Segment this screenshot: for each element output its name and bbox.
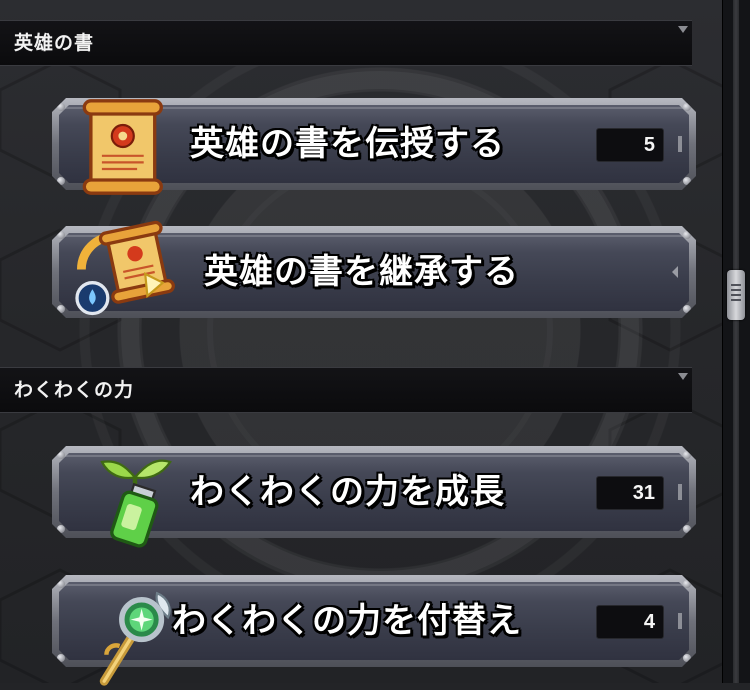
collapse-triangle-icon <box>678 26 688 33</box>
tab-notch <box>678 136 682 152</box>
chevron-left-icon <box>672 266 678 278</box>
button-label: 英雄の書を継承する <box>204 252 519 292</box>
scroll-transfer-icon <box>75 220 175 316</box>
wand-orb-icon <box>99 591 171 686</box>
potion-sprout-icon <box>100 459 172 548</box>
count-value: 31 <box>632 482 655 504</box>
count-badge: 4 <box>596 605 664 639</box>
section-title: わくわくの力 <box>14 379 135 401</box>
scrollbar-rail <box>733 0 739 683</box>
section-header-waku-power: わくわくの力 <box>0 367 692 413</box>
scrollbar-thumb[interactable] <box>727 270 745 320</box>
section-title: 英雄の書 <box>14 32 95 54</box>
tab-notch <box>678 613 682 629</box>
section-header-hero-book: 英雄の書 <box>0 20 692 66</box>
count-badge: 31 <box>596 476 664 510</box>
button-label: 英雄の書を伝授する <box>190 124 505 164</box>
count-badge: 5 <box>596 128 664 162</box>
button-label: わくわくの力を成長 <box>190 472 505 512</box>
tab-notch <box>678 484 682 500</box>
count-value: 4 <box>643 611 655 633</box>
collapse-triangle-icon <box>678 373 688 380</box>
count-value: 5 <box>643 134 655 156</box>
button-label: わくわくの力を付替え <box>172 601 522 641</box>
scroll-icon <box>82 99 163 195</box>
